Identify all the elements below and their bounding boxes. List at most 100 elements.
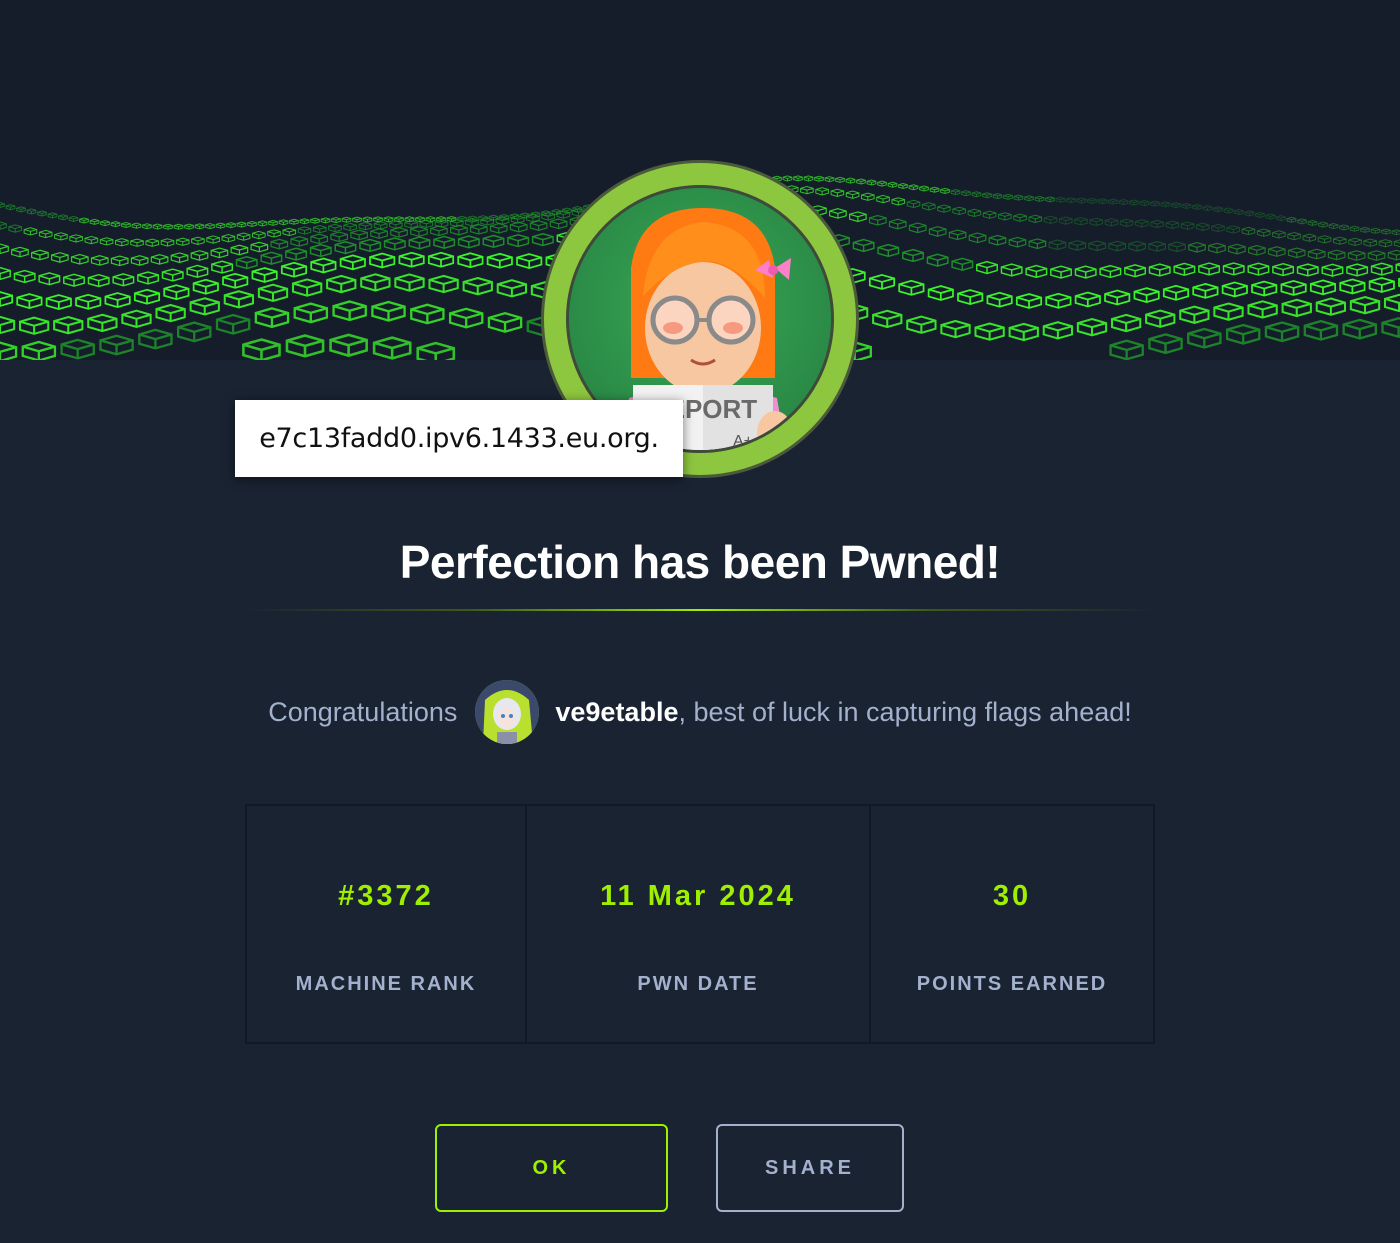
- cube-glyph: [830, 188, 845, 197]
- cube-glyph: [898, 279, 925, 296]
- cube-glyph: [1228, 243, 1246, 255]
- cube-glyph: [1339, 224, 1349, 231]
- cube-glyph: [362, 216, 373, 223]
- cube-glyph: [940, 187, 950, 194]
- cube-glyph: [290, 236, 309, 247]
- cube-glyph: [1265, 213, 1276, 220]
- cube-glyph: [285, 334, 325, 358]
- cube-glyph: [1395, 262, 1400, 273]
- ok-button[interactable]: OK: [435, 1124, 668, 1212]
- cube-glyph: [549, 218, 568, 230]
- cube-glyph: [104, 292, 131, 308]
- cube-glyph: [852, 238, 875, 253]
- cube-glyph: [1256, 228, 1271, 237]
- cube-glyph: [293, 302, 329, 324]
- cube-glyph: [205, 223, 215, 230]
- cube-glyph: [1013, 194, 1024, 201]
- cube-glyph: [26, 208, 37, 215]
- cube-glyph: [948, 229, 967, 241]
- username-link[interactable]: ve9etable: [555, 697, 678, 728]
- stat-pwn-date: 11 Mar 2024 PWN DATE: [527, 806, 871, 1042]
- cube-glyph: [1034, 195, 1045, 202]
- cube-glyph: [1139, 200, 1150, 207]
- cube-glyph: [1332, 236, 1347, 245]
- cube-glyph: [1328, 223, 1339, 230]
- cube-glyph: [390, 227, 408, 238]
- stat-value: #3372: [338, 880, 434, 912]
- cube-glyph: [1043, 215, 1058, 224]
- cube-glyph: [1287, 231, 1301, 241]
- pwned-page: REPORT A+ A+ e7c13fadd0.ipv6.1433.eu.org…: [0, 0, 1400, 1243]
- title-divider: [245, 609, 1155, 611]
- cube-glyph: [371, 300, 406, 322]
- cube-glyph: [389, 220, 403, 229]
- cube-glyph: [260, 251, 283, 265]
- cube-glyph: [215, 313, 251, 335]
- cube-glyph: [47, 212, 58, 219]
- share-button[interactable]: SHARE: [716, 1124, 904, 1212]
- cube-glyph: [951, 257, 974, 271]
- cube-glyph: [1168, 241, 1186, 253]
- cube-glyph: [845, 190, 860, 199]
- cube-glyph: [1381, 228, 1391, 235]
- stat-points-earned: 30 POINTS EARNED: [871, 806, 1153, 1042]
- cube-glyph: [75, 293, 102, 310]
- cube-glyph: [257, 220, 268, 227]
- cube-glyph: [1360, 226, 1370, 233]
- cube-glyph: [1148, 263, 1171, 277]
- cube-glyph: [89, 218, 100, 225]
- cube-glyph: [888, 218, 907, 230]
- cube-glyph: [1241, 226, 1256, 236]
- cube-glyph: [250, 241, 269, 253]
- cube-glyph: [8, 224, 23, 233]
- cube-glyph: [1339, 278, 1366, 295]
- cube-glyph: [37, 210, 47, 217]
- cube-glyph: [21, 340, 57, 360]
- cube-glyph: [1008, 322, 1039, 342]
- cube-glyph: [282, 227, 297, 237]
- cube-glyph: [0, 266, 11, 281]
- user-avatar[interactable]: [475, 680, 540, 744]
- cube-glyph: [1024, 195, 1034, 202]
- cube-glyph: [495, 216, 510, 225]
- cube-glyph: [99, 334, 134, 356]
- cube-glyph: [1110, 313, 1142, 333]
- cube-glyph: [254, 307, 290, 329]
- cube-glyph: [887, 181, 898, 188]
- cube-glyph: [1074, 265, 1097, 279]
- cube-glyph: [45, 294, 72, 310]
- cube-glyph: [927, 285, 954, 301]
- cube-glyph: [289, 218, 299, 225]
- cube-glyph: [507, 234, 530, 248]
- stat-label: POINTS EARNED: [916, 973, 1108, 995]
- cube-glyph: [906, 199, 921, 209]
- cube-glyph: [1276, 215, 1286, 222]
- cube-glyph: [110, 255, 129, 267]
- cube-glyph: [341, 216, 352, 223]
- cube-glyph: [906, 315, 937, 334]
- cube-glyph: [1198, 262, 1221, 276]
- cube-glyph: [297, 226, 312, 235]
- cube-glyph: [0, 315, 16, 335]
- cube-glyph: [868, 274, 896, 290]
- cube-glyph: [1225, 323, 1261, 345]
- cube-glyph: [1272, 230, 1286, 239]
- cube-glyph: [16, 293, 43, 309]
- cube-glyph: [1381, 317, 1400, 338]
- cube-glyph: [961, 190, 971, 197]
- stat-value: 11 Mar 2024: [600, 880, 796, 912]
- cube-glyph: [419, 219, 434, 229]
- congratulations-message: Congratulations ve9etable , best of luck…: [0, 676, 1400, 748]
- cube-glyph: [433, 235, 456, 249]
- cube-glyph: [1213, 302, 1244, 321]
- cube-glyph: [1226, 225, 1241, 234]
- cube-glyph: [1255, 211, 1265, 218]
- cube-glyph: [898, 182, 908, 189]
- cube-glyph: [373, 221, 388, 230]
- cube-glyph: [531, 232, 554, 247]
- cube-glyph: [998, 212, 1012, 221]
- cube-glyph: [236, 221, 247, 228]
- cube-glyph: [489, 222, 508, 234]
- stat-label: PWN DATE: [637, 973, 759, 995]
- cube-glyph: [1208, 242, 1226, 254]
